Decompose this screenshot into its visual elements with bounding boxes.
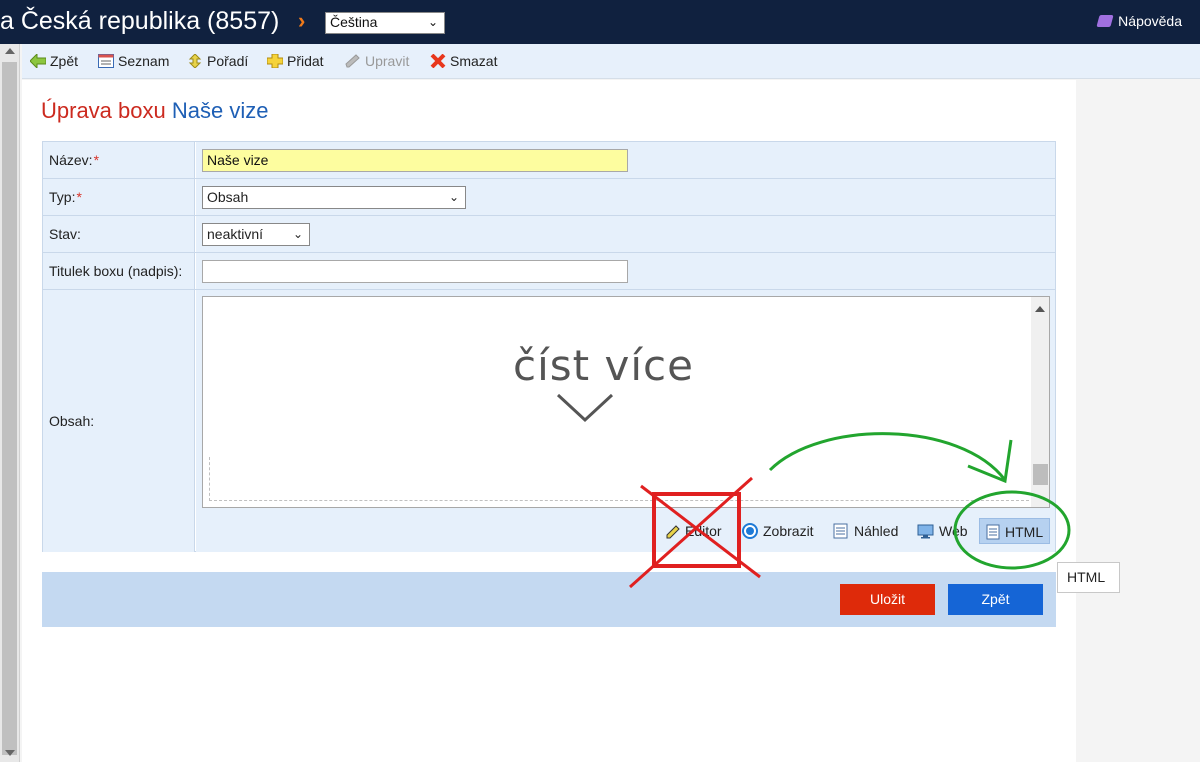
save-button[interactable]: Uložit xyxy=(840,584,935,615)
chevron-down-icon: ⌄ xyxy=(427,15,438,29)
page-title-name: Naše vize xyxy=(171,98,269,123)
display-mode-label: Zobrazit xyxy=(763,523,814,539)
pencil-icon xyxy=(666,525,680,539)
add-toolbar-label: Přidat xyxy=(287,53,324,69)
language-select[interactable]: Čeština ⌄ xyxy=(325,12,445,34)
language-select-value: Čeština xyxy=(330,14,378,30)
back-toolbar-button[interactable]: Zpět xyxy=(30,53,78,69)
editor-scrollbar-thumb[interactable] xyxy=(1033,464,1048,485)
editor-scrollbar[interactable] xyxy=(1031,297,1049,507)
status-select[interactable]: neaktivní ⌄ xyxy=(202,223,310,246)
help-label: Nápověda xyxy=(1118,13,1182,29)
document-preview-icon xyxy=(833,523,848,539)
edit-toolbar-button[interactable]: Upravit xyxy=(345,53,409,69)
action-toolbar: Zpět Seznam Pořadí Přidat Upravit Smazat xyxy=(22,44,1200,79)
edit-toolbar-label: Upravit xyxy=(365,53,410,69)
caption-row: Titulek boxu (nadpis): xyxy=(43,253,1055,290)
arrow-left-icon xyxy=(30,54,46,68)
scroll-up-arrow-icon[interactable] xyxy=(5,48,15,54)
status-select-value: neaktivní xyxy=(207,226,264,242)
html-tooltip: HTML xyxy=(1057,562,1120,593)
order-toolbar-button[interactable]: Pořadí xyxy=(187,53,248,69)
editor-mode-label: Editor xyxy=(685,523,722,539)
status-value-cell: neaktivní ⌄ xyxy=(196,216,1055,252)
type-select-value: Obsah xyxy=(207,189,249,205)
scroll-down-arrow-icon[interactable] xyxy=(5,750,15,756)
scroll-up-arrow-icon[interactable] xyxy=(1035,306,1045,312)
delete-toolbar-button[interactable]: Smazat xyxy=(430,53,497,69)
name-label-text: Název: xyxy=(49,152,93,168)
name-field[interactable]: Naše vize xyxy=(202,149,628,172)
delete-toolbar-label: Smazat xyxy=(450,53,498,69)
html-mode-button[interactable]: HTML xyxy=(979,518,1051,544)
content-value-cell: číst více Editor Zobrazit Náhled Web HTM… xyxy=(196,290,1055,552)
monitor-icon xyxy=(917,524,934,539)
plus-icon xyxy=(267,54,283,68)
content-label: Obsah: xyxy=(43,290,195,552)
content-row: Obsah: číst více Editor Zobrazit Náhled … xyxy=(43,290,1055,552)
display-mode-button[interactable]: Zobrazit xyxy=(742,518,814,544)
caption-field[interactable] xyxy=(202,260,628,283)
delete-x-icon xyxy=(430,54,446,68)
name-value-cell: Naše vize xyxy=(196,142,1055,178)
editor-mode-button[interactable]: Editor xyxy=(666,518,722,544)
chevron-down-icon xyxy=(556,393,614,423)
content-editor[interactable]: číst více xyxy=(202,296,1050,508)
list-toolbar-label: Seznam xyxy=(118,53,170,69)
book-icon xyxy=(1096,15,1114,27)
type-select[interactable]: Obsah ⌄ xyxy=(202,186,466,209)
main-content: Úprava boxu Naše vize Název: * Naše vize … xyxy=(22,80,1076,762)
scrollbar-thumb[interactable] xyxy=(2,62,17,755)
preview-mode-button[interactable]: Náhled xyxy=(833,518,898,544)
caption-label: Titulek boxu (nadpis): xyxy=(43,253,195,289)
back-button[interactable]: Zpět xyxy=(948,584,1043,615)
page-scrollbar[interactable] xyxy=(0,44,20,762)
add-toolbar-button[interactable]: Přidat xyxy=(267,53,324,69)
preview-mode-label: Náhled xyxy=(854,523,899,539)
site-title: a Česká republika (8557) xyxy=(0,7,280,35)
order-toolbar-label: Pořadí xyxy=(207,53,249,69)
back-toolbar-label: Zpět xyxy=(50,53,79,69)
name-label: Název: * xyxy=(43,142,195,178)
right-margin xyxy=(1076,80,1200,762)
form-footer: Uložit Zpět xyxy=(42,572,1056,627)
html-mode-label: HTML xyxy=(1005,524,1044,540)
top-header: a Česká republika (8557) › Čeština ⌄ Náp… xyxy=(0,0,1200,44)
read-more-text: číst více xyxy=(513,341,694,390)
list-toolbar-button[interactable]: Seznam xyxy=(98,53,169,69)
page-title: Úprava boxu Naše vize xyxy=(41,98,268,124)
help-link[interactable]: Nápověda xyxy=(1096,13,1182,29)
caption-value-cell xyxy=(196,253,1055,289)
radio-selected-icon xyxy=(742,523,758,539)
pencil-icon xyxy=(345,54,360,68)
box-edit-form: Název: * Naše vize Typ: * Obsah ⌄ Stav: ne… xyxy=(42,141,1056,552)
required-mark: * xyxy=(76,189,82,205)
web-mode-label: Web xyxy=(939,523,968,539)
chevron-down-icon: ⌄ xyxy=(448,190,459,204)
status-row: Stav: neaktivní ⌄ xyxy=(43,216,1055,253)
html-document-icon xyxy=(986,524,1000,540)
status-label: Stav: xyxy=(43,216,195,252)
type-row: Typ: * Obsah ⌄ xyxy=(43,179,1055,216)
required-mark: * xyxy=(93,152,100,168)
chevron-down-icon: ⌄ xyxy=(292,227,303,241)
updown-arrows-icon xyxy=(188,54,202,68)
page-title-lead: Úprava boxu xyxy=(41,98,166,123)
type-label: Typ: * xyxy=(43,179,195,215)
list-window-icon xyxy=(98,54,114,68)
name-row: Název: * Naše vize xyxy=(43,142,1055,179)
web-mode-button[interactable]: Web xyxy=(917,518,968,544)
type-value-cell: Obsah ⌄ xyxy=(196,179,1055,215)
editor-dashed-area xyxy=(209,457,1029,501)
type-label-text: Typ: xyxy=(49,189,76,205)
chevron-right-icon: › xyxy=(298,8,306,33)
